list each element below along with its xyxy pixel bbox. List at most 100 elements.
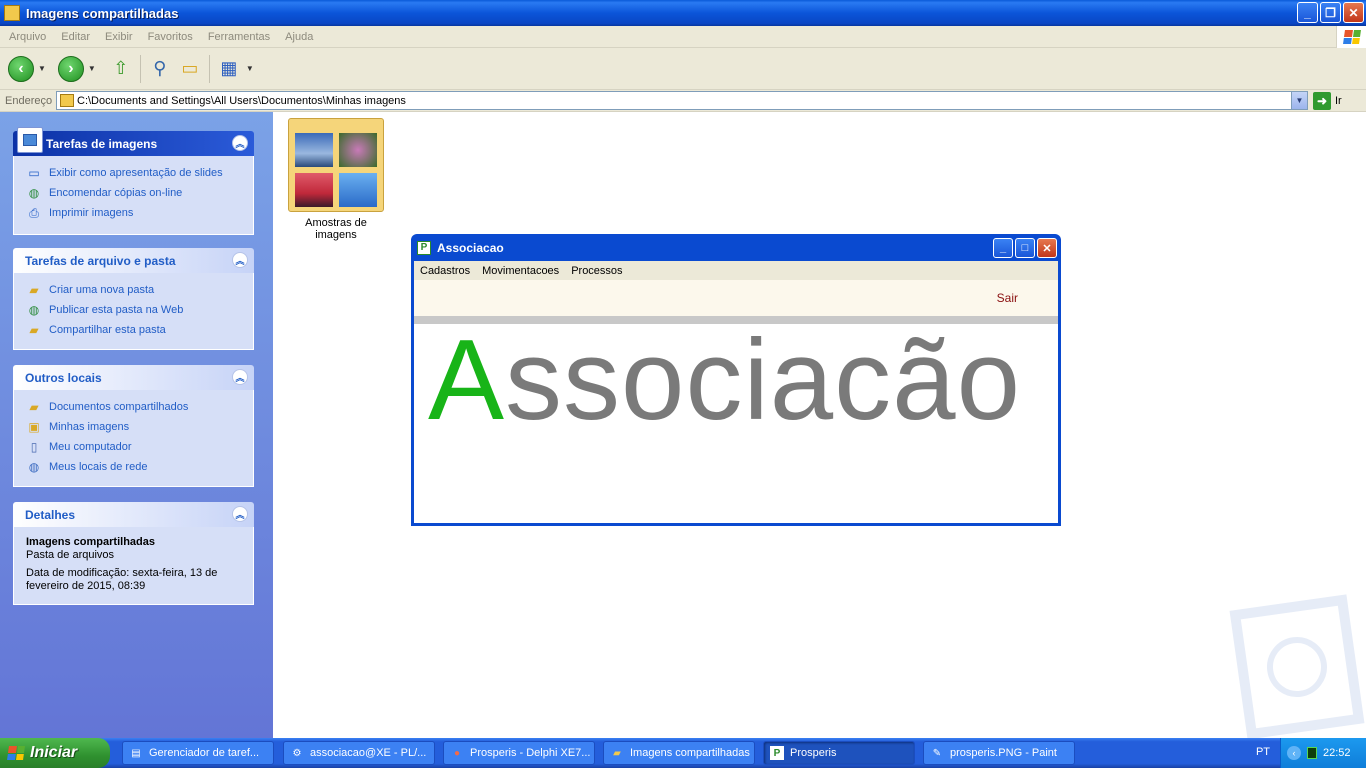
menu-favoritos[interactable]: Favoritos — [139, 31, 199, 43]
taskbar: Iniciar ▤ Gerenciador de taref... ⚙ associ… — [0, 738, 1366, 768]
folder-amostras[interactable]: Amostras de imagens — [283, 118, 389, 241]
address-bar: Endereço C:\Documents and Settings\All U… — [0, 90, 1366, 112]
start-label: Iniciar — [30, 744, 78, 761]
app-icon: P — [770, 746, 784, 760]
new-folder-icon: ▰ — [29, 283, 39, 297]
panel-other-places: Outros locais ︽ ▰ Documentos compartilhad… — [13, 365, 254, 487]
clock[interactable]: 22:52 — [1323, 747, 1351, 759]
menu-processos[interactable]: Processos — [565, 265, 628, 277]
menu-ajuda[interactable]: Ajuda — [276, 31, 319, 43]
app-titlebar[interactable]: P Associacao _ □ ✕ — [414, 234, 1058, 261]
language-indicator[interactable]: PT — [1256, 746, 1270, 758]
menu-ferramentas[interactable]: Ferramentas — [199, 31, 276, 43]
place-my-pictures[interactable]: ▣ Minhas imagens — [26, 417, 253, 437]
address-input[interactable]: C:\Documents and Settings\All Users\Docu… — [56, 91, 1308, 110]
task-gerenciador[interactable]: ▤ Gerenciador de taref... — [122, 741, 274, 765]
panel-header-other-places[interactable]: Outros locais ︽ — [13, 365, 254, 390]
task-imagens[interactable]: ▰ Imagens compartilhadas — [603, 741, 755, 765]
panel-header-image-tasks[interactable]: Tarefas de imagens ︽ — [13, 127, 254, 156]
windows-logo-icon — [7, 746, 25, 760]
folders-icon[interactable]: ▭ — [177, 56, 203, 82]
folder-label: Amostras de imagens — [305, 217, 367, 241]
shared-folder-icon: ▰ — [29, 323, 39, 337]
sair-button[interactable]: Sair — [997, 291, 1018, 305]
address-value: C:\Documents and Settings\All Users\Docu… — [77, 94, 406, 107]
details-type: Pasta de arquivos — [26, 549, 115, 561]
app-close-button[interactable]: ✕ — [1037, 238, 1057, 258]
folder-icon — [4, 5, 20, 21]
up-folder-icon[interactable]: ⇧ — [108, 56, 134, 82]
panel-body: ▭ Exibir como apresentação de slides ◍ Enc… — [13, 156, 254, 235]
app-client-area: Cadastros Movimentacoes Processos Sair A… — [414, 261, 1058, 523]
restore-button[interactable]: ❐ — [1320, 2, 1341, 23]
delphi-icon: ● — [453, 747, 461, 759]
search-icon[interactable]: ⚲ — [147, 56, 173, 82]
panel-header-details[interactable]: Detalhes ︽ — [13, 502, 254, 527]
task-share-folder[interactable]: ▰ Compartilhar esta pasta — [26, 320, 253, 340]
task-publish-web[interactable]: ◍ Publicar esta pasta na Web — [26, 300, 253, 320]
task-prosperis[interactable]: P Prosperis — [763, 741, 915, 765]
views-dropdown-icon[interactable]: ▼ — [246, 64, 254, 73]
panel-body: ▰ Criar uma nova pasta ◍ Publicar esta pas… — [13, 273, 254, 350]
back-dropdown-icon[interactable]: ▼ — [38, 64, 46, 73]
app-title: Associacao — [437, 240, 504, 255]
minimize-button[interactable]: _ — [1297, 2, 1318, 23]
app-toolbar: Sair — [414, 280, 1058, 316]
forward-icon[interactable]: › — [57, 55, 84, 82]
collapse-icon[interactable]: ︽ — [232, 135, 248, 151]
globe-icon: ◍ — [28, 186, 40, 200]
go-label: Ir — [1335, 95, 1342, 107]
back-icon[interactable]: ‹ — [8, 55, 34, 82]
views-icon[interactable]: ▦ — [216, 56, 242, 82]
toolbar-separator — [139, 54, 141, 83]
panel-file-tasks: Tarefas de arquivo e pasta ︽ ▰ Criar uma … — [13, 248, 254, 350]
collapse-icon[interactable]: ︽ — [232, 252, 248, 268]
address-dropdown-icon[interactable]: ▼ — [1291, 92, 1307, 109]
address-label: Endereço — [5, 94, 53, 107]
folder-icon: ▰ — [613, 747, 621, 759]
go-arrow-icon: ➜ — [1313, 92, 1331, 110]
explorer-titlebar[interactable]: Imagens compartilhadas _ ❐ ✕ — [0, 0, 1366, 26]
menu-arquivo[interactable]: Arquivo — [0, 31, 52, 43]
plsql-icon: ⚙ — [292, 747, 302, 759]
task-print-images[interactable]: ⎙ Imprimir imagens — [26, 203, 253, 223]
app-minimize-button[interactable]: _ — [993, 238, 1013, 258]
computer-icon: ▯ — [30, 440, 38, 454]
panel-title: Detalhes — [25, 507, 76, 522]
menu-cadastros[interactable]: Cadastros — [414, 265, 476, 277]
app-maximize-button[interactable]: □ — [1015, 238, 1035, 258]
task-new-folder[interactable]: ▰ Criar uma nova pasta — [26, 280, 253, 300]
toolbar-separator — [208, 54, 210, 83]
panel-title: Tarefas de arquivo e pasta — [25, 253, 176, 268]
paint-icon: ✎ — [932, 747, 942, 759]
menu-exibir[interactable]: Exibir — [96, 31, 139, 43]
menu-movimentacoes[interactable]: Movimentacoes — [476, 265, 565, 277]
panel-header-file-tasks[interactable]: Tarefas de arquivo e pasta ︽ — [13, 248, 254, 273]
panel-title: Tarefas de imagens — [46, 136, 158, 151]
show-hidden-icons-icon[interactable]: ‹ — [1287, 746, 1301, 760]
task-order-prints[interactable]: ◍ Encomendar cópias on-line — [26, 183, 253, 203]
place-shared-documents[interactable]: ▰ Documentos compartilhados — [26, 397, 253, 417]
start-button[interactable]: Iniciar — [0, 738, 110, 768]
panel-body: ▰ Documentos compartilhados ▣ Minhas image… — [13, 390, 254, 487]
details-name: Imagens compartilhadas — [26, 536, 155, 548]
forward-dropdown-icon[interactable]: ▼ — [88, 64, 96, 73]
go-button[interactable]: ➜ Ir — [1313, 92, 1342, 110]
tray-app-icon[interactable] — [1307, 747, 1317, 759]
task-paint[interactable]: ✎ prosperis.PNG - Paint — [923, 741, 1075, 765]
close-button[interactable]: ✕ — [1343, 2, 1364, 23]
task-delphi[interactable]: ● Prosperis - Delphi XE7... — [443, 741, 595, 765]
place-network[interactable]: ◍ Meus locais de rede — [26, 457, 253, 477]
collapse-icon[interactable]: ︽ — [232, 506, 248, 522]
app-icon: P — [417, 240, 431, 255]
panel-details: Detalhes ︽ Imagens compartilhadas Pasta … — [13, 502, 254, 605]
pictures-folder-icon: ▣ — [28, 420, 40, 434]
task-plsql[interactable]: ⚙ associacao@XE - PL/... — [283, 741, 435, 765]
details-modified: Data de modificação: sexta-feira, 13 de … — [26, 567, 218, 592]
place-my-computer[interactable]: ▯ Meu computador — [26, 437, 253, 457]
collapse-icon[interactable]: ︽ — [232, 369, 248, 385]
windows-logo-icon — [1336, 26, 1366, 48]
task-slideshow[interactable]: ▭ Exibir como apresentação de slides — [26, 163, 253, 183]
window-title: Imagens compartilhadas — [26, 5, 179, 21]
menu-editar[interactable]: Editar — [52, 31, 96, 43]
